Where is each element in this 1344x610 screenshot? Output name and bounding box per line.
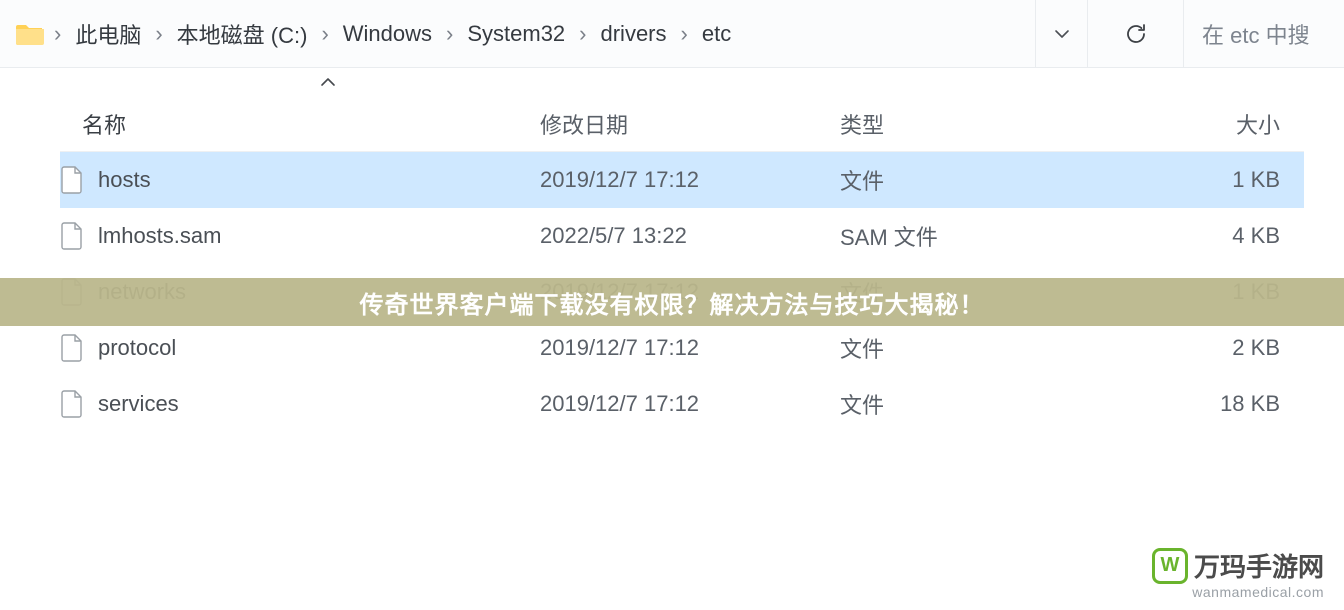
column-headers: 名称 修改日期 类型 大小 <box>60 96 1304 152</box>
search-placeholder: 在 etc 中搜 <box>1202 18 1310 50</box>
table-row[interactable]: hosts 2019/12/7 17:12文件1 KB <box>60 152 1304 208</box>
column-date[interactable]: 修改日期 <box>540 108 840 140</box>
table-row[interactable]: protocol 2019/12/7 17:12文件2 KB <box>60 320 1304 376</box>
watermark: W 万玛手游网 wanmamedical.com <box>1152 547 1324 600</box>
file-size: 1 KB <box>1040 167 1304 193</box>
file-icon <box>60 334 84 362</box>
address-bar: › 此电脑 › 本地磁盘 (C:) › Windows › System32 › drivers ›… <box>0 0 1344 68</box>
breadcrumb-separator: › <box>155 21 162 47</box>
file-name: lmhosts.sam <box>98 223 221 249</box>
watermark-logo-icon: W <box>1152 548 1188 584</box>
file-icon <box>60 166 84 194</box>
file-size: 2 KB <box>1040 335 1304 361</box>
breadcrumb-separator: › <box>446 21 453 47</box>
file-date: 2022/5/7 13:22 <box>540 223 840 249</box>
file-type: SAM 文件 <box>840 220 1040 252</box>
watermark-brand: 万玛手游网 <box>1194 547 1324 584</box>
file-date: 2019/12/7 17:12 <box>540 167 840 193</box>
sort-ascending-icon <box>320 77 336 87</box>
column-name[interactable]: 名称 <box>60 108 540 140</box>
chevron-down-icon <box>1052 24 1072 44</box>
overlay-banner: 传奇世界客户端下载没有权限？解决方法与技巧大揭秘！ <box>0 278 1344 326</box>
file-list: 名称 修改日期 类型 大小 hosts2019/12/7 17:12文件1 KB… <box>0 96 1344 432</box>
watermark-url: wanmamedical.com <box>1192 584 1324 600</box>
file-icon <box>60 390 84 418</box>
file-type: 文件 <box>840 332 1040 364</box>
file-name: protocol <box>98 335 176 361</box>
file-name: services <box>98 391 179 417</box>
file-name: hosts <box>98 167 151 193</box>
column-size[interactable]: 大小 <box>1040 108 1304 140</box>
breadcrumb-item[interactable]: 本地磁盘 (C:) <box>177 18 308 50</box>
file-date: 2019/12/7 17:12 <box>540 335 840 361</box>
breadcrumb-item[interactable]: drivers <box>601 21 667 47</box>
column-type[interactable]: 类型 <box>840 108 1040 140</box>
history-dropdown-button[interactable] <box>1036 0 1088 67</box>
breadcrumb-separator: › <box>321 21 328 47</box>
file-size: 18 KB <box>1040 391 1304 417</box>
table-row[interactable]: lmhosts.sam 2022/5/7 13:22SAM 文件4 KB <box>60 208 1304 264</box>
sort-indicator-row <box>0 68 1344 96</box>
breadcrumb-item[interactable]: System32 <box>467 21 565 47</box>
table-row[interactable]: services 2019/12/7 17:12文件18 KB <box>60 376 1304 432</box>
refresh-button[interactable] <box>1088 0 1184 67</box>
file-type: 文件 <box>840 164 1040 196</box>
breadcrumb-item[interactable]: Windows <box>343 21 432 47</box>
breadcrumb-separator: › <box>579 21 586 47</box>
banner-text: 传奇世界客户端下载没有权限？解决方法与技巧大揭秘！ <box>360 285 985 320</box>
refresh-icon <box>1123 21 1149 47</box>
breadcrumb-item[interactable]: 此电脑 <box>75 18 141 50</box>
file-size: 4 KB <box>1040 223 1304 249</box>
breadcrumb-separator: › <box>54 21 61 47</box>
file-type: 文件 <box>840 388 1040 420</box>
file-icon <box>60 222 84 250</box>
search-input[interactable]: 在 etc 中搜 <box>1184 0 1344 67</box>
breadcrumb-separator: › <box>681 21 688 47</box>
breadcrumb[interactable]: › 此电脑 › 本地磁盘 (C:) › Windows › System32 › drivers ›… <box>0 0 1036 67</box>
file-date: 2019/12/7 17:12 <box>540 391 840 417</box>
breadcrumb-item[interactable]: etc <box>702 21 731 47</box>
folder-icon <box>16 22 44 46</box>
